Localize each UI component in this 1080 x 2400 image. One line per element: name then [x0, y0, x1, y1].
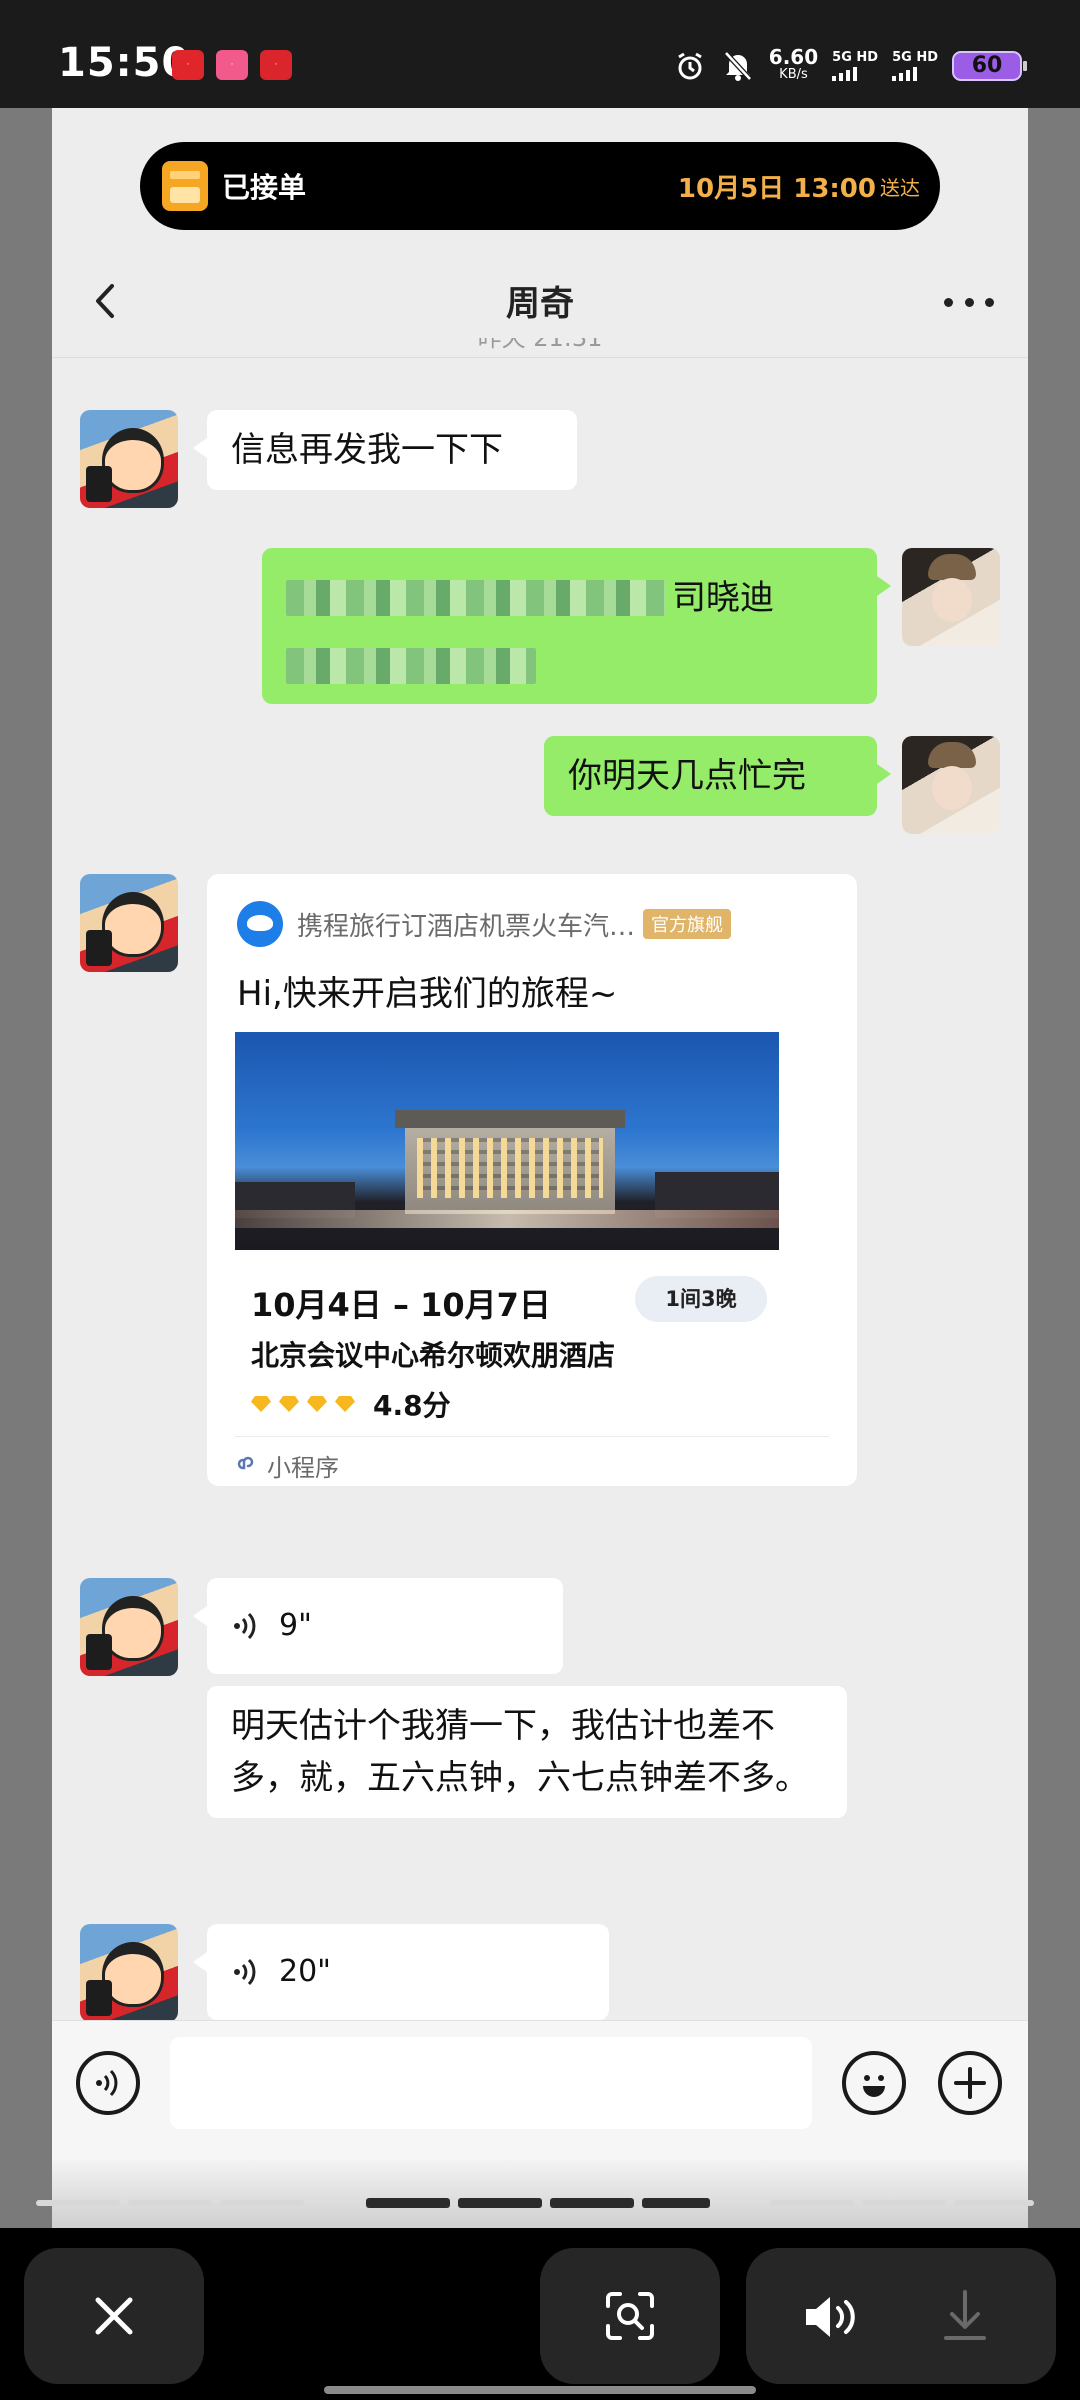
mini-program-header: 携程旅行订酒店机票火车汽… 官方旗舰: [237, 900, 797, 948]
stay-dates: 10月4日 – 10月7日: [251, 1286, 551, 1324]
app-notification-icon: ·: [216, 50, 248, 80]
sent-name: 司晓迪: [672, 578, 774, 618]
scan-button[interactable]: [540, 2248, 720, 2384]
chat-screen: 已接单 10月5日 13:00 送达 周奇 昨天 21:31 信息再发我一下下 …: [52, 108, 1028, 2228]
hotel-rating: 4.8分: [251, 1384, 451, 1424]
home-indicator[interactable]: [324, 2386, 756, 2394]
delivery-suffix: 送达: [880, 175, 920, 200]
delivery-box-icon: [162, 161, 208, 211]
mini-program-source: 携程旅行订酒店机票火车汽…: [297, 911, 636, 942]
contact-avatar[interactable]: [80, 1578, 178, 1676]
rating-diamond-icon: [307, 1396, 327, 1412]
voice-message[interactable]: 20": [193, 1924, 609, 2020]
contact-avatar[interactable]: [80, 1924, 178, 2022]
hotel-name: 北京会议中心希尔顿欢朋酒店: [251, 1339, 616, 1372]
mini-program-icon: [237, 1456, 254, 1469]
more-icon[interactable]: [944, 282, 994, 322]
rating-diamond-icon: [251, 1396, 271, 1412]
scan-icon: [606, 2292, 654, 2340]
voice-duration: 20": [279, 1954, 331, 1989]
mini-program-title: Hi,快来开启我们的旅程~: [237, 974, 618, 1014]
status-bar: 15:50 · · · 6.60 KB/s 5G HD 5G HD 60: [0, 0, 1080, 108]
signal-sim2: 5G HD: [892, 51, 938, 81]
status-time: 15:50: [58, 40, 191, 86]
screen-bottom-fade: [52, 2160, 1028, 2228]
card-divider: [235, 1436, 829, 1437]
order-status-pill[interactable]: 已接单 10月5日 13:00 送达: [140, 142, 940, 230]
ctrip-logo-icon: [237, 901, 283, 947]
close-button[interactable]: [24, 2248, 204, 2384]
viewer-toolbar: [0, 2228, 1080, 2400]
alarm-icon: [673, 49, 707, 83]
voice-message[interactable]: 9": [193, 1578, 563, 1674]
order-status: 已接单: [222, 171, 307, 204]
voice-wave-icon: [234, 1958, 256, 1986]
mini-program-footer: 小程序: [235, 1448, 339, 1483]
image-pager-indicator[interactable]: [36, 2198, 1036, 2208]
signal-sim1: 5G HD: [832, 51, 878, 81]
message-input[interactable]: [170, 2037, 812, 2129]
voice-duration: 9": [279, 1608, 312, 1643]
mute-icon: [721, 49, 755, 83]
contact-avatar[interactable]: [80, 874, 178, 972]
download-icon[interactable]: [942, 2288, 988, 2348]
voice-wave-icon: [234, 1612, 256, 1640]
viewer-left-margin: [0, 108, 52, 2228]
app-notification-icon: ·: [260, 50, 292, 80]
chat-title: 周奇: [506, 284, 574, 324]
my-avatar[interactable]: [902, 548, 1000, 646]
viewer-right-margin: [1028, 108, 1080, 2228]
emoji-icon[interactable]: [842, 2051, 906, 2115]
redacted-text: [286, 647, 536, 684]
hotel-photo: [235, 1032, 779, 1250]
message-bubble-received[interactable]: 明天估计个我猜一下，我估计也差不多，就，五六点钟，六七点钟差不多。: [207, 1686, 847, 1818]
mini-program-card[interactable]: 携程旅行订酒店机票火车汽… 官方旗舰 Hi,快来开启我们的旅程~ 10月4日 –…: [207, 874, 857, 1486]
rating-diamond-icon: [335, 1396, 355, 1412]
rating-score: 4.8分: [373, 1389, 451, 1422]
chat-input-bar: [52, 2020, 1028, 2160]
my-avatar[interactable]: [902, 736, 1000, 834]
redacted-text: [286, 580, 666, 616]
voice-input-icon[interactable]: [76, 2051, 140, 2115]
app-notification-icon: ·: [172, 50, 204, 80]
rooms-nights-tag: 1间3晚: [635, 1276, 767, 1322]
message-bubble-sent[interactable]: 你明天几点忙完: [544, 736, 891, 816]
close-icon: [95, 2297, 133, 2335]
status-indicators: 6.60 KB/s 5G HD 5G HD 60: [673, 45, 1027, 86]
rating-diamond-icon: [279, 1396, 299, 1412]
message-bubble-received[interactable]: 信息再发我一下下: [193, 410, 577, 490]
official-badge: 官方旗舰: [643, 909, 732, 939]
message-bubble-sent[interactable]: 司晓迪: [262, 548, 891, 704]
contact-avatar[interactable]: [80, 410, 178, 508]
battery-indicator: 60: [952, 51, 1027, 81]
message-timestamp: 昨天 21:31: [477, 338, 603, 352]
delivery-time: 10月5日 13:00: [677, 173, 876, 204]
audio-download-group: [746, 2248, 1056, 2384]
network-speed: 6.60 KB/s: [768, 45, 819, 82]
plus-icon[interactable]: [938, 2051, 1002, 2115]
speaker-icon[interactable]: [802, 2292, 862, 2346]
